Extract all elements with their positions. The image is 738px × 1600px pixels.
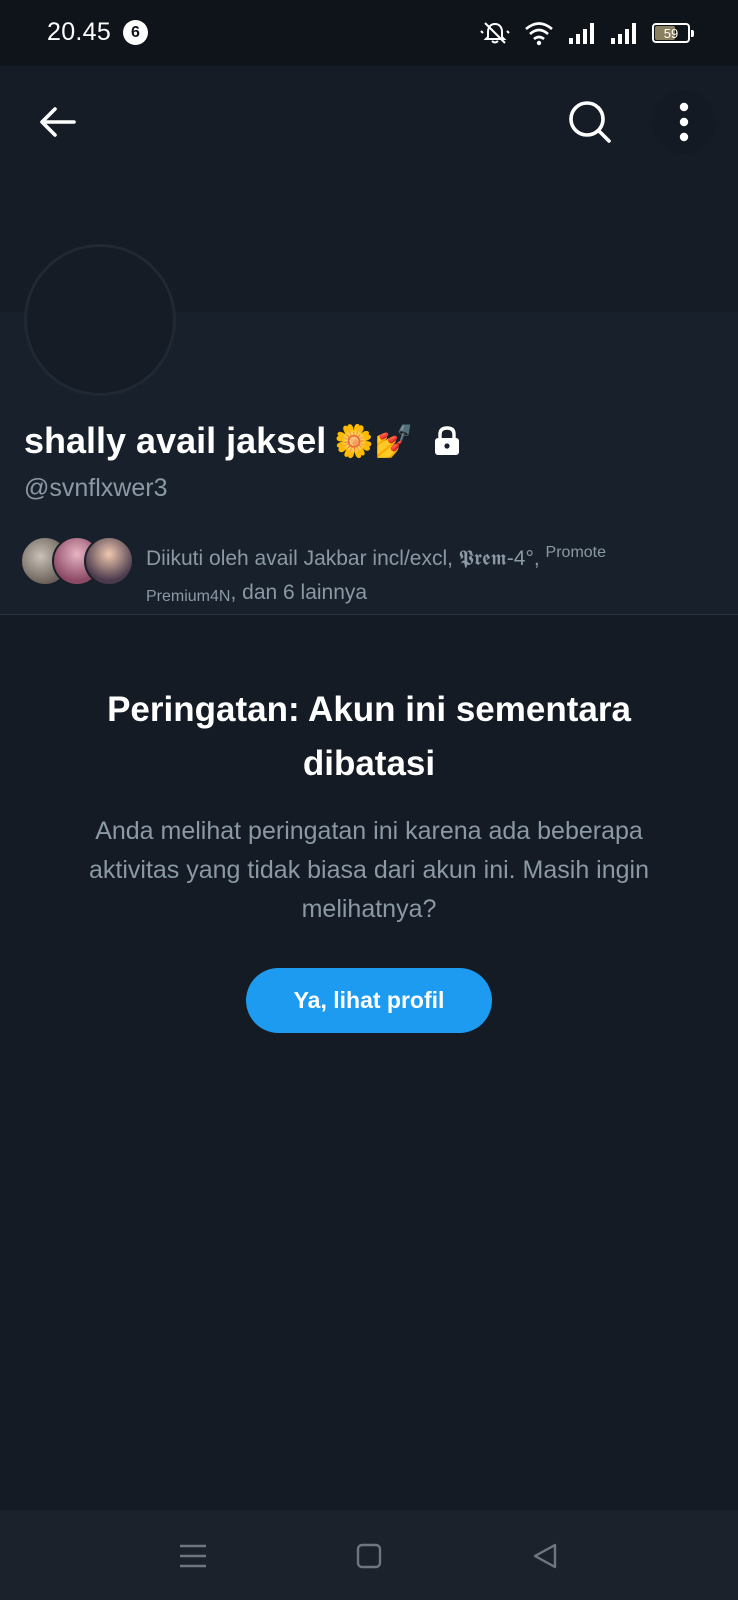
triangle-back-icon: [533, 1543, 557, 1569]
follower-avatar: [84, 536, 134, 586]
more-options-button[interactable]: [652, 90, 716, 154]
warning-title: Peringatan: Akun ini sementara dibatasi: [107, 690, 631, 783]
signal-icon: [569, 23, 594, 44]
search-button[interactable]: [558, 90, 622, 154]
followed-by-sup: Promote: [545, 544, 607, 561]
arrow-left-icon: [40, 107, 76, 137]
followed-by-prefix: Diikuti oleh avail Jakbar incl/excl, 𝕻𝖗𝖊…: [146, 547, 546, 570]
system-nav-bar: [0, 1510, 738, 1600]
status-bar: 20.45 6 59: [0, 0, 738, 66]
notification-badge: 6: [123, 20, 148, 45]
display-name: shally avail jaksel: [24, 420, 327, 461]
followed-by-sub: Premium4N: [146, 588, 231, 605]
lock-icon: [434, 426, 459, 455]
search-icon: [569, 101, 611, 143]
nav-recents-button[interactable]: [171, 1534, 215, 1578]
square-home-icon: [356, 1543, 382, 1569]
battery-tip: [691, 30, 694, 37]
profile-handle: @svnflxwer3: [24, 474, 168, 502]
mute-bell-icon: [480, 22, 510, 44]
divider: [0, 614, 738, 615]
warning-body: Anda melihat peringatan ini karena ada b…: [88, 817, 650, 923]
followed-by-row[interactable]: Diikuti oleh avail Jakbar incl/excl, 𝕻𝖗𝖊…: [20, 536, 691, 614]
followed-by-text: Diikuti oleh avail Jakbar incl/excl, 𝕻𝖗𝖊…: [146, 536, 691, 614]
more-vertical-icon: [679, 102, 689, 142]
status-time: 20.45: [47, 18, 112, 46]
wifi-icon: [525, 22, 553, 46]
menu-icon: [180, 1544, 206, 1568]
status-icons: 59: [480, 16, 694, 50]
nav-home-button[interactable]: [347, 1534, 391, 1578]
followed-by-suffix: , dan 6 lainnya: [230, 581, 368, 604]
signal-icon-2: [611, 23, 636, 44]
battery-level: 59: [663, 25, 679, 41]
view-profile-button[interactable]: Ya, lihat profil: [246, 968, 492, 1033]
back-button[interactable]: [26, 90, 90, 154]
avatar[interactable]: [24, 244, 176, 396]
nav-back-button[interactable]: [523, 1534, 567, 1578]
name-emojis: 🌼💅: [334, 423, 414, 459]
battery-icon: 59: [652, 23, 694, 43]
name-row: shally avail jaksel 🌼💅: [24, 420, 462, 462]
